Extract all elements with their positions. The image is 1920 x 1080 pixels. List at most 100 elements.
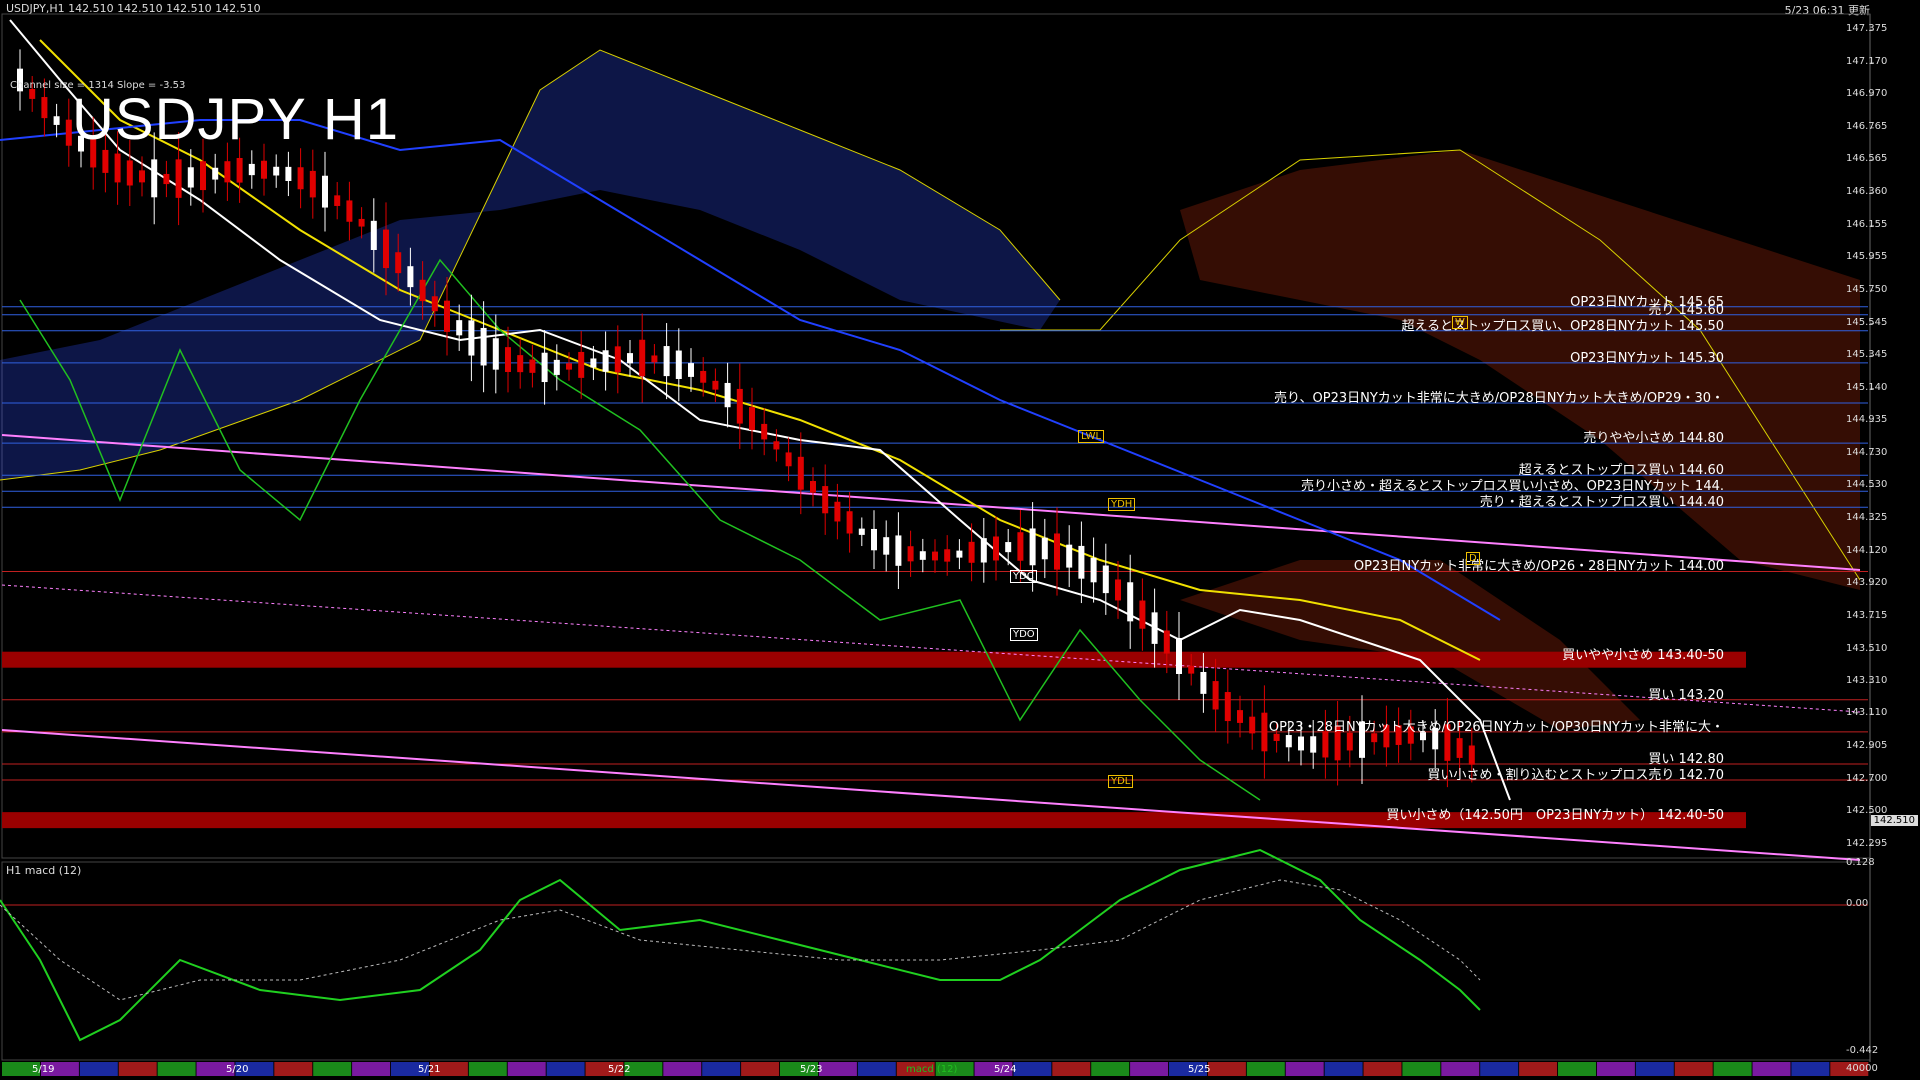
candle-body bbox=[736, 388, 743, 424]
price-tick-label: 142.905 bbox=[1846, 740, 1888, 752]
date-bar-cell bbox=[1207, 1062, 1246, 1076]
price-tick-label: 143.920 bbox=[1846, 577, 1888, 589]
date-bar-cell bbox=[1246, 1062, 1285, 1076]
price-tick-label: 145.345 bbox=[1846, 348, 1888, 360]
candle-body bbox=[1346, 732, 1353, 751]
candle-body bbox=[1151, 612, 1158, 644]
date-bar-cell bbox=[1363, 1062, 1402, 1076]
candle-body bbox=[236, 157, 243, 183]
candle-body bbox=[834, 501, 841, 522]
macd-tab[interactable]: macd (12) bbox=[906, 1064, 957, 1075]
date-label: 5/22 bbox=[608, 1064, 631, 1075]
candle-body bbox=[700, 370, 707, 383]
date-bar-cell bbox=[818, 1062, 857, 1076]
marker-ydc: YDC bbox=[1010, 570, 1037, 583]
candle-body bbox=[968, 541, 975, 563]
chart-svg bbox=[0, 13, 1874, 1076]
level-label: 売り、OP23日NYカット非常に大きめ/OP28日NYカット大きめ/OP29・3… bbox=[1274, 391, 1724, 406]
candle-body bbox=[651, 355, 658, 363]
cloud-red bbox=[1180, 150, 1860, 590]
level-band bbox=[2, 651, 1746, 668]
macd-lines bbox=[0, 848, 1868, 1042]
candle-body bbox=[895, 535, 902, 566]
candle-body bbox=[1127, 582, 1134, 622]
candle-body bbox=[505, 347, 511, 373]
date-bar-cell bbox=[1596, 1062, 1635, 1076]
date-bar-cell bbox=[118, 1062, 157, 1076]
candle-body bbox=[480, 327, 487, 366]
candle-body bbox=[297, 167, 304, 190]
candle-body bbox=[566, 363, 572, 370]
date-label: 5/20 bbox=[226, 1064, 249, 1075]
level-label: 売りやや小さめ 144.80 bbox=[1583, 431, 1724, 447]
candle-body bbox=[358, 218, 365, 227]
candle-body bbox=[1224, 692, 1231, 722]
date-bar-cell bbox=[1791, 1062, 1830, 1076]
level-label: OP23日NYカット非常に大きめ/OP26・28日NYカット 144.00 bbox=[1353, 559, 1724, 575]
candle-body bbox=[224, 161, 231, 183]
candle-body bbox=[993, 536, 999, 561]
price-tick-label: 144.325 bbox=[1846, 512, 1888, 524]
date-bar-cell bbox=[1752, 1062, 1791, 1076]
candle-body bbox=[1468, 745, 1475, 765]
candle-body bbox=[1456, 738, 1463, 758]
price-tick-label: 147.170 bbox=[1846, 55, 1888, 67]
level-label: OP23・28日NYカット大きめ/OP26日NYカット/OP30日NYカット非常… bbox=[1268, 719, 1724, 735]
candle-body bbox=[187, 167, 194, 188]
price-tick-label: 146.970 bbox=[1846, 87, 1888, 99]
candle-body bbox=[1200, 671, 1207, 694]
candle-body bbox=[370, 220, 377, 250]
candle-body bbox=[261, 160, 267, 179]
date-bar-cell bbox=[1480, 1062, 1519, 1076]
candle-body bbox=[1090, 557, 1097, 583]
macd-axis-extra: 40000 bbox=[1846, 1063, 1878, 1074]
candle-body bbox=[602, 350, 609, 372]
candle-body bbox=[1005, 542, 1012, 553]
candle-body bbox=[492, 338, 499, 370]
candle-body bbox=[1066, 544, 1073, 568]
price-tick-label: 145.750 bbox=[1846, 283, 1888, 295]
candle-body bbox=[578, 351, 585, 378]
candle-body bbox=[468, 320, 475, 356]
candle-body bbox=[334, 195, 341, 206]
price-tick-label: 143.310 bbox=[1846, 675, 1888, 687]
macd-axis-label: 0.128 bbox=[1846, 857, 1875, 868]
date-bar-cell bbox=[702, 1062, 741, 1076]
candle-body bbox=[65, 119, 72, 146]
candle-body bbox=[858, 528, 865, 535]
candle-body bbox=[309, 170, 316, 198]
date-bar-cell bbox=[741, 1062, 780, 1076]
price-tick-label: 146.360 bbox=[1846, 185, 1888, 197]
date-bar-cell bbox=[1441, 1062, 1480, 1076]
candle-body bbox=[1017, 532, 1024, 561]
date-bar-cell bbox=[1519, 1062, 1558, 1076]
chart-window: USDJPY,H1 142.510 142.510 142.510 142.51… bbox=[0, 0, 1920, 1080]
date-bar-cell bbox=[1285, 1062, 1324, 1076]
price-tick-label: 142.700 bbox=[1846, 773, 1888, 785]
candle-body bbox=[395, 252, 402, 274]
macd-signal bbox=[0, 879, 1481, 1001]
candle-body bbox=[932, 551, 938, 561]
candle-body bbox=[419, 279, 426, 302]
marker-d: D bbox=[1466, 552, 1480, 565]
date-bar-cell bbox=[157, 1062, 196, 1076]
marker-ydo: YDO bbox=[1010, 628, 1038, 641]
price-tick-label: 144.730 bbox=[1846, 447, 1888, 459]
date-bar-cell bbox=[313, 1062, 352, 1076]
candle-body bbox=[1054, 533, 1060, 570]
macd-title: H1 macd (12) bbox=[6, 864, 82, 877]
candle-body bbox=[639, 339, 646, 377]
candle-body bbox=[724, 382, 731, 408]
candle-body bbox=[407, 266, 414, 288]
price-tick-label: 144.935 bbox=[1846, 414, 1888, 426]
date-bar-cell bbox=[663, 1062, 702, 1076]
level-label: 買いやや小さめ 143.40-50 bbox=[1562, 647, 1724, 663]
candle-body bbox=[749, 407, 755, 430]
macd-axis-label: -0.442 bbox=[1846, 1045, 1879, 1056]
price-tick-label: 144.530 bbox=[1846, 479, 1888, 491]
date-bar-cell bbox=[1558, 1062, 1596, 1076]
candle-body bbox=[614, 346, 621, 373]
price-tick-label: 144.120 bbox=[1846, 545, 1888, 557]
candle-body bbox=[1041, 537, 1048, 560]
price-tick-label: 146.565 bbox=[1846, 152, 1888, 164]
